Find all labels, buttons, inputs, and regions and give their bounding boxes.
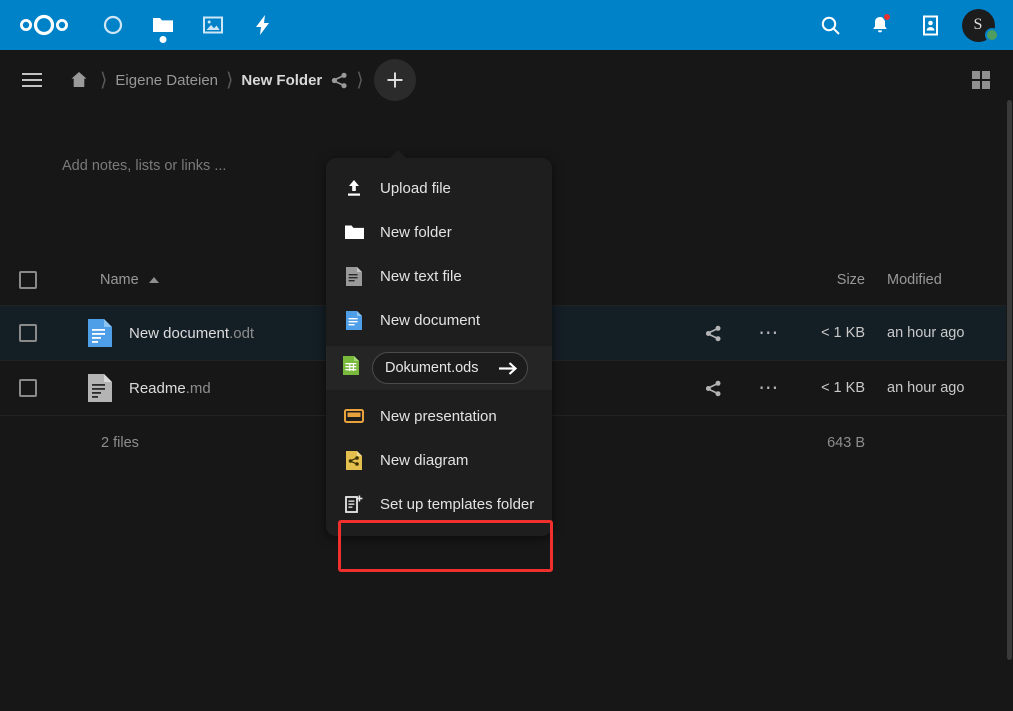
column-header-name[interactable]: Name — [100, 272, 159, 288]
new-button[interactable] — [373, 59, 416, 101]
highlight-box — [338, 520, 553, 572]
new-spreadsheet-name-input[interactable]: Dokument.ods — [372, 352, 528, 384]
menu-item-new-document[interactable]: New document — [326, 298, 552, 342]
navigation-toggle-icon[interactable] — [10, 58, 54, 102]
column-header-modified[interactable]: Modified — [883, 272, 1013, 288]
photos-icon[interactable] — [188, 0, 238, 50]
column-header-name-label: Name — [100, 272, 139, 288]
file-extension: .odt — [229, 324, 255, 342]
menu-item-label: New diagram — [380, 451, 469, 469]
files-icon[interactable] — [138, 0, 188, 50]
text-file-icon — [342, 264, 366, 288]
column-header-size[interactable]: Size — [797, 272, 883, 288]
breadcrumb-separator: ⟩ — [226, 69, 234, 91]
file-name[interactable]: New document.odt — [129, 325, 254, 342]
select-all-cell — [0, 271, 55, 289]
online-status-indicator — [985, 28, 999, 42]
breadcrumb-item-new-folder[interactable]: New Folder — [237, 68, 326, 93]
file-name[interactable]: Readme.md — [129, 380, 211, 397]
breadcrumb-item-eigene-dateien[interactable]: Eigene Dateien — [111, 68, 222, 93]
vertical-scrollbar[interactable] — [1006, 100, 1013, 711]
scrollbar-thumb[interactable] — [1007, 100, 1012, 660]
row-actions-menu-icon[interactable]: ⋯ — [758, 323, 780, 343]
file-size: < 1 KB — [821, 325, 865, 341]
menu-item-new-text-file[interactable]: New text file — [326, 254, 552, 298]
top-bar-actions: S — [805, 0, 1013, 50]
row-share-icon[interactable] — [705, 325, 722, 342]
file-size: < 1 KB — [821, 380, 865, 396]
row-actions-menu-icon[interactable]: ⋯ — [758, 378, 780, 398]
upload-icon — [342, 176, 366, 200]
presentation-icon — [342, 404, 366, 428]
breadcrumb-bar: ⟩ Eigene Dateien ⟩ New Folder ⟩ — [0, 50, 1013, 110]
grid-view-toggle-icon[interactable] — [961, 60, 1001, 100]
menu-item-label: New presentation — [380, 407, 497, 425]
new-spreadsheet-name-value: Dokument.ods — [385, 360, 479, 376]
row-share-icon[interactable] — [705, 380, 722, 397]
top-bar: S — [0, 0, 1013, 50]
files-app-content: ⟩ Eigene Dateien ⟩ New Folder ⟩ Add note… — [0, 50, 1013, 711]
search-icon[interactable] — [805, 0, 855, 50]
menu-item-new-spreadsheet[interactable]: Dokument.ods — [326, 346, 553, 572]
nextcloud-logo[interactable] — [14, 8, 76, 42]
diagram-icon — [342, 448, 366, 472]
menu-item-label: New document — [380, 311, 481, 329]
document-icon — [342, 308, 366, 332]
file-extension: .md — [185, 379, 211, 397]
text-markdown-icon — [85, 371, 115, 405]
menu-item-label: Upload file — [380, 179, 451, 197]
share-icon[interactable] — [326, 67, 352, 93]
menu-item-set-up-templates-folder[interactable]: Set up templates folder — [326, 482, 552, 526]
row-checkbox[interactable] — [18, 379, 37, 397]
folder-icon — [342, 220, 366, 244]
breadcrumb-separator: ⟩ — [100, 69, 108, 91]
breadcrumb-separator: ⟩ — [356, 69, 364, 91]
file-count: 2 files — [101, 435, 139, 451]
new-file-menu: Upload file New folder New text file New… — [326, 150, 553, 572]
file-basename: New document — [129, 324, 230, 342]
file-basename: Readme — [129, 379, 186, 397]
avatar[interactable]: S — [955, 0, 1001, 50]
menu-item-label: Set up templates folder — [380, 495, 535, 513]
select-all-checkbox[interactable] — [18, 271, 37, 289]
dashboard-icon[interactable] — [88, 0, 138, 50]
templates-folder-icon — [342, 492, 366, 516]
menu-item-label: New folder — [380, 223, 452, 241]
document-odt-icon — [85, 316, 115, 350]
file-modified: an hour ago — [887, 380, 965, 396]
sort-ascending-icon — [148, 277, 159, 283]
contacts-icon[interactable] — [905, 0, 955, 50]
total-size: 643 B — [827, 435, 865, 451]
breadcrumb-home-icon[interactable] — [62, 58, 96, 102]
menu-item-label: New text file — [380, 267, 462, 285]
menu-item-upload-file[interactable]: Upload file — [326, 166, 552, 210]
notifications-bell-icon[interactable] — [855, 0, 905, 50]
notification-badge — [883, 13, 891, 21]
submit-arrow-icon[interactable] — [495, 355, 521, 381]
menu-item-new-presentation[interactable]: New presentation — [326, 394, 552, 438]
menu-item-new-diagram[interactable]: New diagram — [326, 438, 552, 482]
activity-icon[interactable] — [238, 0, 288, 50]
menu-item-new-folder[interactable]: New folder — [326, 210, 552, 254]
app-navigation — [88, 0, 288, 50]
file-modified: an hour ago — [887, 325, 965, 341]
row-checkbox[interactable] — [18, 324, 37, 342]
spreadsheet-icon — [342, 355, 360, 381]
